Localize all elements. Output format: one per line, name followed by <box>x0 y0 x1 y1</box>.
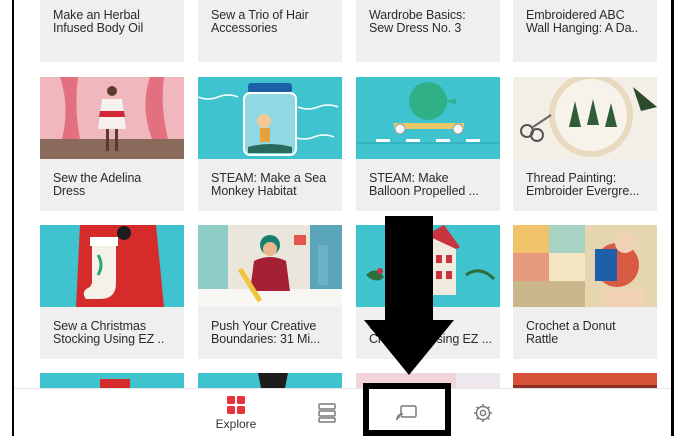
project-card[interactable]: STEAM: Make a Sea Monkey Habitat <box>198 77 342 211</box>
project-card[interactable]: Crochet a Donut Rattle <box>513 225 657 359</box>
tab-library[interactable] <box>312 389 342 436</box>
card-title: Sew the Adelina Dress <box>53 171 142 198</box>
card-thumbnail <box>40 77 184 159</box>
card-thumbnail <box>198 77 342 159</box>
tab-settings[interactable] <box>470 389 496 436</box>
card-thumbnail <box>40 225 184 307</box>
library-icon <box>318 403 336 423</box>
screen-left-border <box>12 0 14 436</box>
annotation-highlight-box <box>363 383 451 436</box>
tab-explore[interactable]: Explore <box>212 389 260 436</box>
card-title: Thread Painting: Embroider Evergre... <box>526 171 640 198</box>
card-thumbnail <box>356 77 500 159</box>
explore-grid-icon <box>227 395 245 414</box>
card-title: Sew a Trio of Hair Accessories <box>211 8 309 35</box>
card-thumbnail <box>513 77 657 159</box>
tab-explore-label: Explore <box>215 416 257 431</box>
card-thumbnail <box>513 225 657 307</box>
card-title: Crochet a Donut Rattle <box>526 319 616 346</box>
app-screen: Make an Herbal Infused Body Oil Sew a Tri… <box>0 0 674 436</box>
project-card[interactable]: Sew the Adelina Dress <box>40 77 184 211</box>
annotation-arrow-head <box>364 320 454 375</box>
bottom-tab-bar: Explore <box>14 388 671 436</box>
card-title: Embroidered ABC Wall Hanging: A Da.. <box>526 8 639 35</box>
project-card[interactable]: Thread Painting: Embroider Evergre... <box>513 77 657 211</box>
card-title: Sew a Christmas Stocking Using EZ .. <box>53 319 165 346</box>
card-thumbnail <box>198 225 342 307</box>
card-title: STEAM: Make a Sea Monkey Habitat <box>211 171 327 198</box>
project-card[interactable]: Push Your Creative Boundaries: 31 Mi... <box>198 225 342 359</box>
project-card[interactable]: Sew a Christmas Stocking Using EZ .. <box>40 225 184 359</box>
settings-gear-icon <box>474 404 492 422</box>
project-card[interactable]: Wardrobe Basics: Sew Dress No. 3 <box>356 0 500 62</box>
card-title: Make an Herbal Infused Body Oil <box>53 8 144 35</box>
project-card[interactable]: Embroidered ABC Wall Hanging: A Da.. <box>513 0 657 62</box>
card-title: Wardrobe Basics: Sew Dress No. 3 <box>369 8 466 35</box>
project-card[interactable]: Sew a Trio of Hair Accessories <box>198 0 342 62</box>
annotation-arrow-shaft <box>385 216 433 324</box>
card-title: Push Your Creative Boundaries: 31 Mi... <box>211 319 321 346</box>
card-title: STEAM: Make Balloon Propelled ... <box>369 171 479 198</box>
project-card[interactable]: Make an Herbal Infused Body Oil <box>40 0 184 62</box>
project-card[interactable]: STEAM: Make Balloon Propelled ... <box>356 77 500 211</box>
